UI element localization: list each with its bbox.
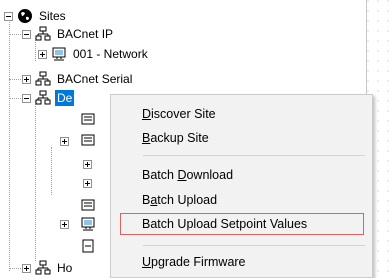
tree-node-selected-site[interactable]: De (22, 89, 75, 107)
tree-node-site-ho[interactable]: Ho (22, 259, 74, 277)
menu-item-label: iscover Site (151, 107, 216, 121)
menu-item-batch-download[interactable]: Batch Download (120, 164, 364, 186)
tree-node-sites[interactable]: Sites (4, 7, 68, 25)
expand-icon[interactable] (60, 137, 69, 146)
context-menu: Discover Site Backup Site Batch Download… (110, 94, 373, 278)
tree-node-label: BACnet Serial (57, 72, 133, 86)
menu-separator (143, 245, 365, 246)
menu-item-batch-upload[interactable]: Batch Upload (120, 189, 364, 211)
expand-icon[interactable] (60, 220, 69, 229)
menu-item-label: Batch (142, 168, 178, 182)
computer-icon (52, 47, 66, 61)
tree-line (9, 20, 10, 271)
collapse-icon[interactable] (4, 11, 13, 21)
tree-node-label: BACnet IP (57, 27, 114, 41)
menu-item-batch-upload-setpoint-values[interactable]: Batch Upload Setpoint Values (120, 213, 364, 235)
expand-icon[interactable] (22, 74, 31, 84)
device-icon (81, 199, 95, 211)
menu-item-accelerator: U (142, 255, 152, 269)
tree-node-bacnet-serial[interactable]: BACnet Serial (22, 70, 134, 88)
tree-line (35, 101, 36, 261)
expand-icon[interactable] (38, 49, 47, 59)
expand-icon[interactable] (83, 179, 92, 188)
menu-item-accelerator: D (142, 107, 152, 121)
expand-icon[interactable] (83, 160, 92, 169)
network-tree-icon (35, 90, 51, 105)
menu-separator (143, 155, 365, 156)
globe-icon (18, 9, 32, 23)
menu-item-label: ackup Site (150, 131, 209, 145)
network-tree-icon (35, 26, 51, 41)
device-icon (82, 239, 94, 253)
computer-icon (81, 217, 95, 231)
tree-node-bacnet-ip[interactable]: BACnet IP (22, 25, 115, 43)
tree-node-network-001[interactable]: 001 - Network (38, 45, 150, 63)
menu-item-upgrade-firmware[interactable]: Upgrade Firmware (120, 251, 364, 273)
tree-node-label: 001 - Network (73, 47, 148, 61)
device-icon (81, 134, 95, 146)
tree-node-label: Ho (57, 261, 73, 275)
network-tree-icon (35, 260, 51, 275)
collapse-icon[interactable] (22, 93, 31, 103)
menu-item-discover-site[interactable]: Discover Site (120, 103, 364, 125)
tree-node-label: De (55, 90, 75, 106)
collapse-icon[interactable] (22, 29, 31, 39)
tree-line (51, 147, 52, 195)
menu-item-label: Batch Upload Setpoint Values (142, 217, 308, 231)
tree-node-label: Sites (39, 9, 66, 23)
network-tree-icon (35, 71, 51, 86)
expand-icon[interactable] (22, 263, 31, 273)
menu-item-label: tch Upload (157, 193, 218, 207)
menu-item-label: pgrade Firmware (151, 255, 246, 269)
menu-item-label: ownload (186, 168, 234, 182)
device-icon (81, 113, 95, 125)
menu-item-backup-site[interactable]: Backup Site (120, 127, 364, 149)
